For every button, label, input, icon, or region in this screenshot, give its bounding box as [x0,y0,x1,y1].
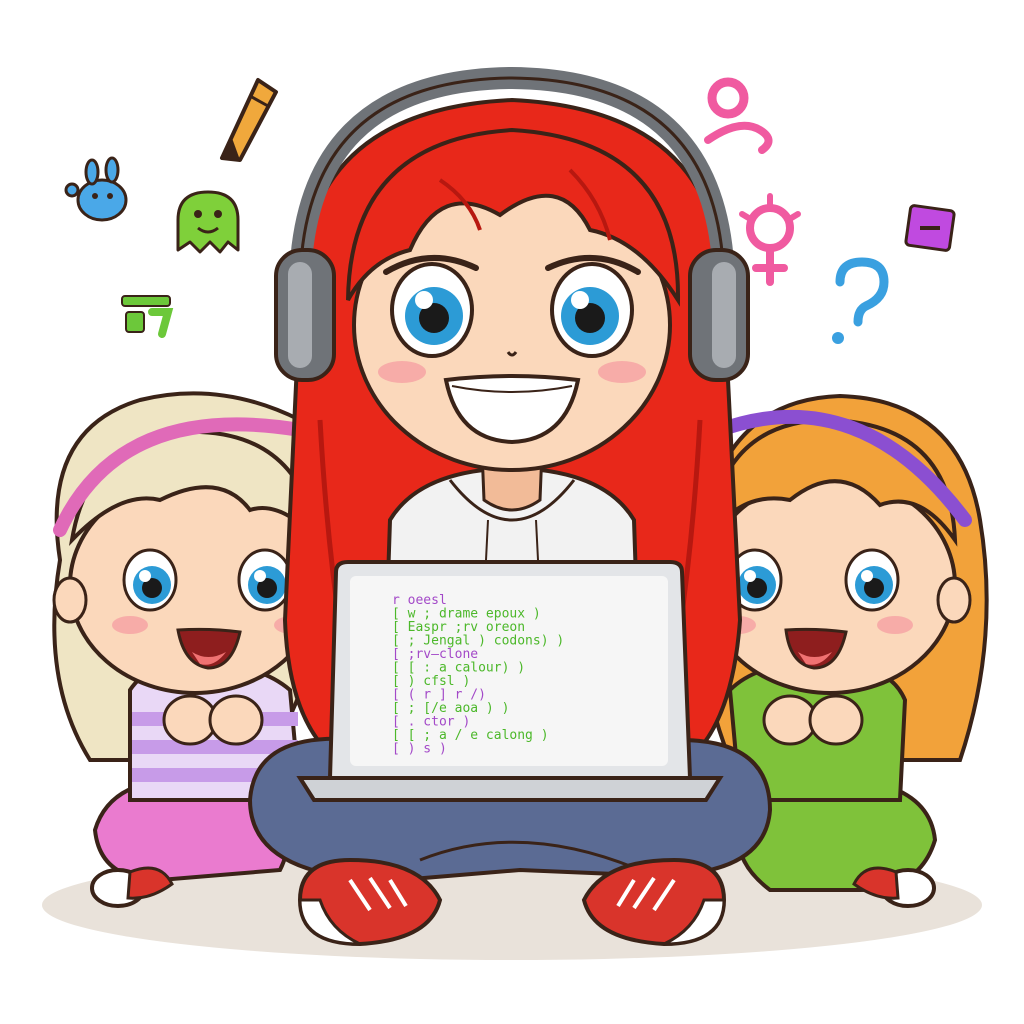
code-line: [ ) s ) [392,742,447,757]
pencil-icon [220,78,278,162]
cartoon-scene: r oeesl[ w ; drame epoux )[ Easpr ;rv or… [42,66,989,960]
laptop [296,560,724,802]
center-girl [247,66,773,947]
green-octopus-icon [176,190,240,254]
blue-question-mark-icon [832,257,889,344]
pink-curl-glyph-icon [704,77,773,154]
green-glyph-icon [121,295,174,338]
pink-gender-symbol-icon [739,193,801,286]
illustration-canvas: r oeesl[ w ; drame epoux )[ Easpr ;rv or… [0,0,1024,1024]
blue-bunny-icon [64,156,128,222]
purple-square-icon [904,204,956,252]
